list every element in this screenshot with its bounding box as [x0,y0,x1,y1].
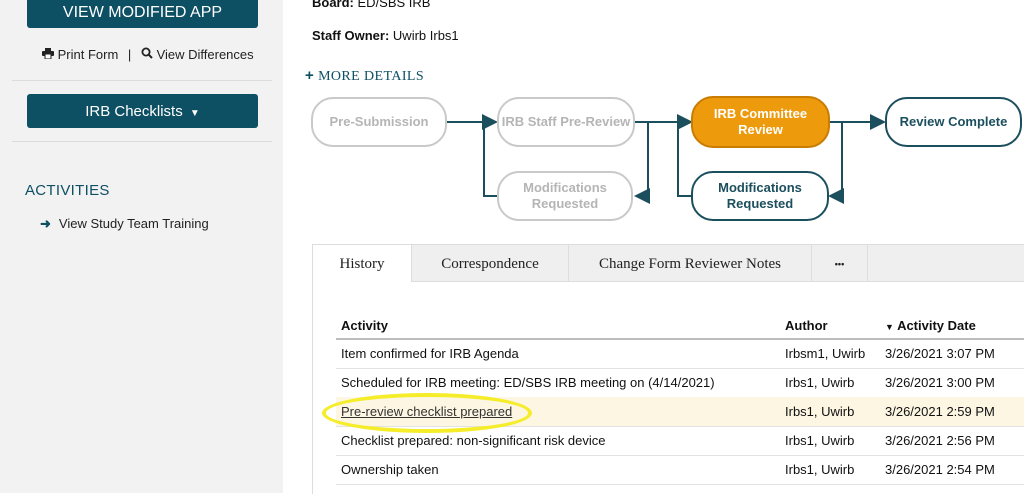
author-cell: Irbs1, Uwirb [785,433,855,448]
workflow-state-modifications-requested-committee: Modifications Requested [691,171,829,221]
date-cell: 3/26/2021 3:07 PM [885,346,995,361]
activity-cell: Ownership taken [341,462,439,477]
tab-more[interactable]: ••• [812,245,868,281]
date-cell: 3/26/2021 3:00 PM [885,375,995,390]
col-activity: Activity [341,318,388,333]
activity-cell: Checklist prepared: non-significant risk… [341,433,606,448]
sort-desc-icon: ▼ [885,322,894,332]
workflow-state-irb-staff-pre-review: IRB Staff Pre-Review [497,97,635,147]
workflow-state-review-complete: Review Complete [885,97,1022,147]
tab-correspondence[interactable]: Correspondence [412,245,569,281]
author-cell: Irbs1, Uwirb [785,462,855,477]
tab-change-form-reviewer-notes[interactable]: Change Form Reviewer Notes [569,245,812,281]
workflow-state-pre-submission: Pre-Submission [311,97,447,147]
col-activity-date-label: Activity Date [897,318,976,333]
table-row: Ownership taken Irbs1, Uwirb 3/26/2021 2… [336,455,1024,485]
date-cell: 3/26/2021 2:54 PM [885,462,995,477]
table-row: Item confirmed for IRB Agenda Irbsm1, Uw… [336,339,1024,369]
tab-bar: History Correspondence Change Form Revie… [313,245,1024,282]
workflow-state-irb-committee-review: IRB Committee Review [691,96,830,148]
activity-cell: Item confirmed for IRB Agenda [341,346,519,361]
date-cell: 3/26/2021 2:59 PM [885,404,995,419]
date-cell: 3/26/2021 2:56 PM [885,433,995,448]
author-cell: Irbsm1, Uwirb [785,346,866,361]
author-cell: Irbs1, Uwirb [785,375,855,390]
author-cell: Irbs1, Uwirb [785,404,855,419]
workflow-state-modifications-requested-staff: Modifications Requested [497,171,633,221]
highlight-annotation [322,393,532,433]
col-author: Author [785,318,828,333]
col-activity-date[interactable]: ▼ Activity Date [885,318,976,333]
activity-cell: Scheduled for IRB meeting: ED/SBS IRB me… [341,375,715,390]
tab-history[interactable]: History [313,245,412,282]
